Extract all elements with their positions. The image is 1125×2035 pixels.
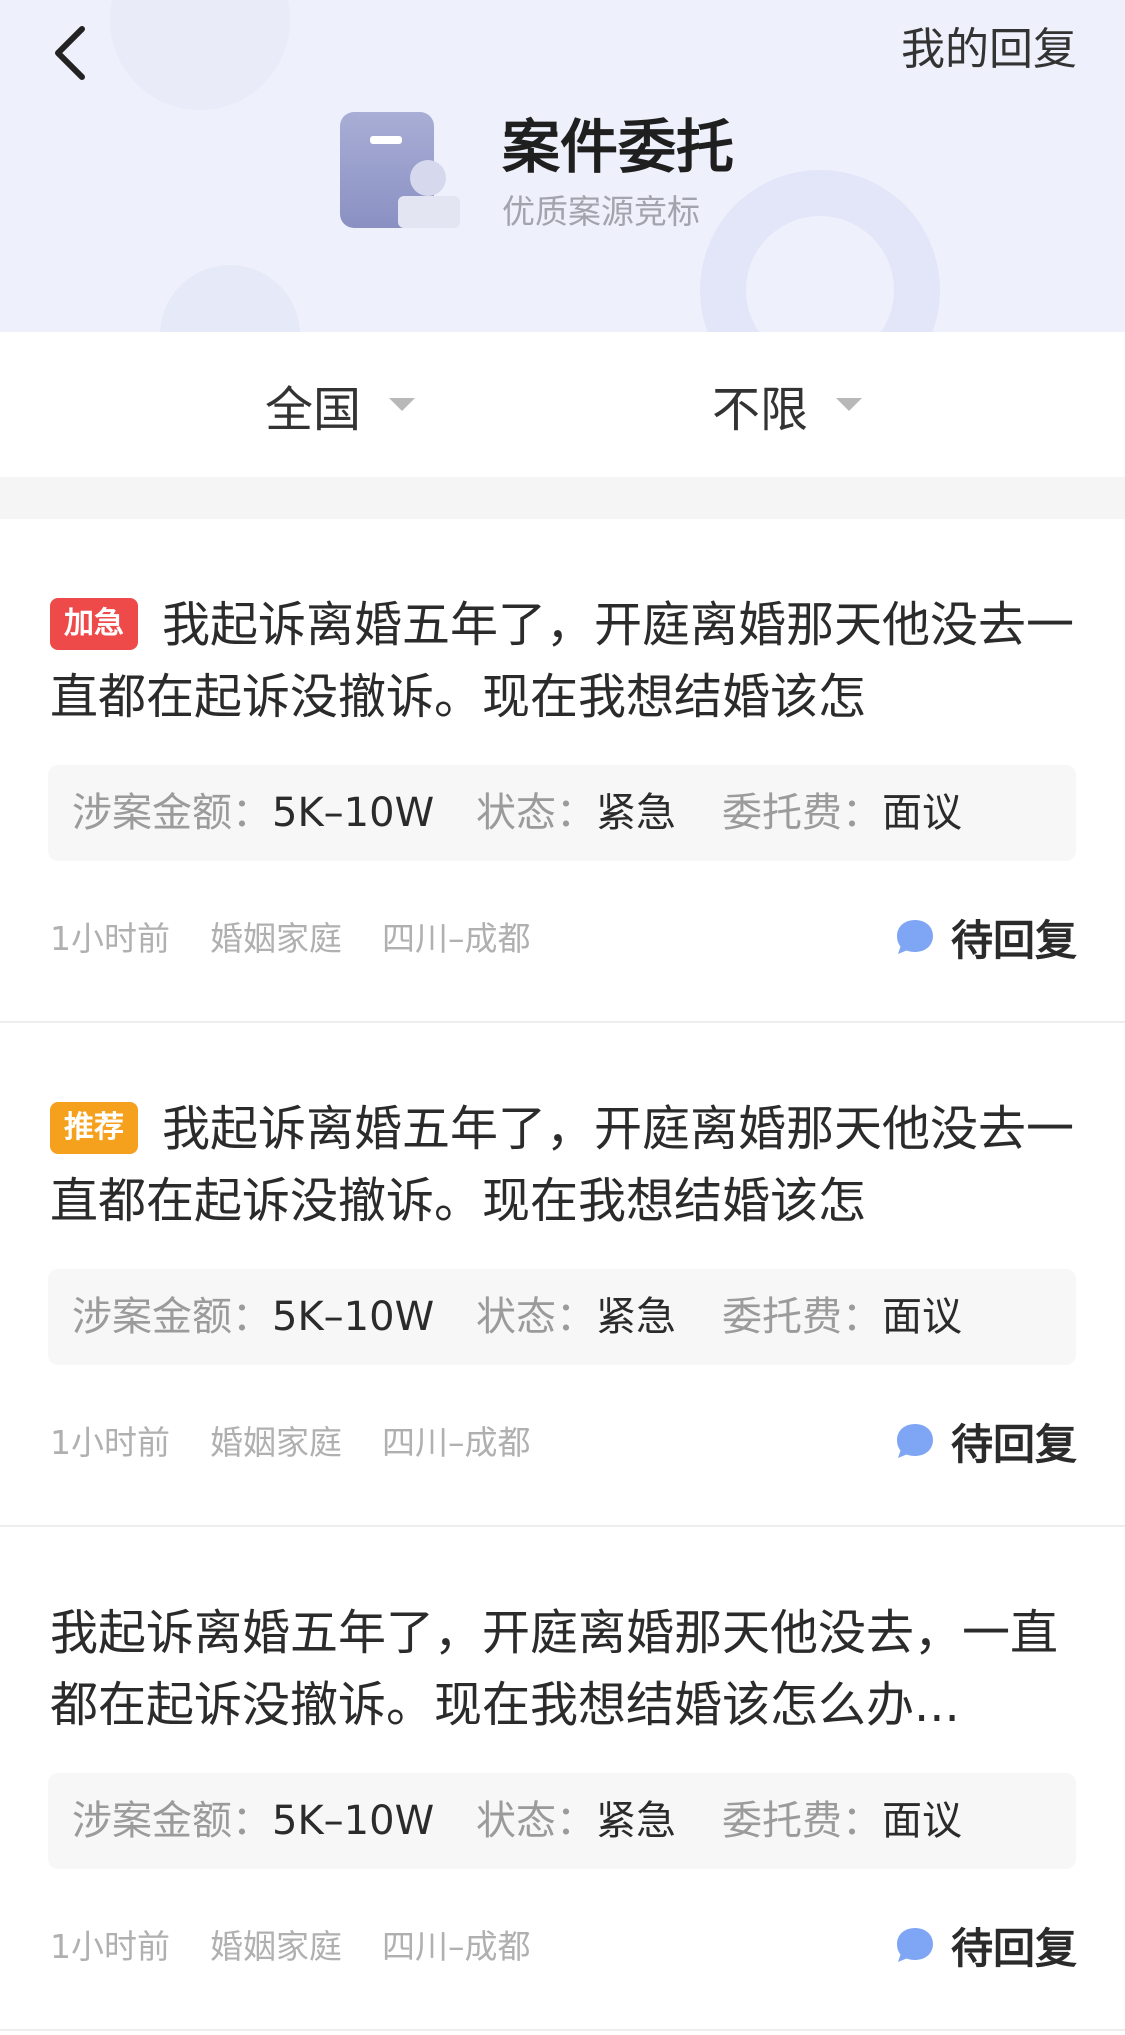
type-filter-dropdown[interactable]: 不限 [712, 332, 863, 477]
case-document-icon [340, 112, 460, 228]
caret-down-icon [389, 398, 416, 411]
recommend-badge: 推荐 [50, 1102, 138, 1154]
case-meta: 1小时前 婚姻家庭 四川–成都 [50, 1413, 571, 1473]
case-time: 1小时前 [50, 1927, 170, 1966]
case-card[interactable]: 推荐 我起诉离婚五年了，开庭离婚那天他没去一直都在起诉没撤诉。现在我想结婚该怎 涉… [0, 1023, 1125, 1527]
fee-label: 委托费： [722, 1798, 882, 1844]
amount-label: 涉案金额： [72, 1798, 272, 1844]
chevron-left-icon [55, 26, 85, 80]
case-title-text: 我起诉离婚五年了，开庭离婚那天他没去一直都在起诉没撤诉。现在我想结婚该怎 [50, 597, 1075, 725]
fee-value: 面议 [882, 790, 962, 836]
fee-label: 委托费： [722, 790, 882, 836]
page-subtitle: 优质案源竞标 [502, 192, 700, 231]
case-location: 四川–成都 [382, 1423, 531, 1462]
case-time: 1小时前 [50, 919, 170, 958]
reply-status-label: 待回复 [950, 915, 1077, 965]
case-meta: 1小时前 婚姻家庭 四川–成都 [50, 909, 571, 969]
header-banner: 我的回复 案件委托 优质案源竞标 [0, 0, 1125, 332]
case-title-text: 我起诉离婚五年了，开庭离婚那天他没去一直都在起诉没撤诉。现在我想结婚该怎 [50, 1101, 1075, 1229]
case-title: 推荐 我起诉离婚五年了，开庭离婚那天他没去一直都在起诉没撤诉。现在我想结婚该怎 [50, 1093, 1080, 1237]
case-category: 婚姻家庭 [210, 1423, 342, 1462]
case-category: 婚姻家庭 [210, 1927, 342, 1966]
urgent-badge: 加急 [50, 598, 138, 650]
status-value: 紧急 [596, 790, 676, 836]
case-title-text: 我起诉离婚五年了，开庭离婚那天他没去，一直都在起诉没撤诉。现在我想结婚该怎么办.… [50, 1605, 1059, 1733]
case-meta: 1小时前 婚姻家庭 四川–成都 [50, 1917, 571, 1977]
case-info-box: 涉案金额：5K–10W 状态：紧急 委托费：面议 [48, 765, 1076, 861]
amount-label: 涉案金额： [72, 790, 272, 836]
case-location: 四川–成都 [382, 1927, 531, 1966]
decor-ring [700, 170, 940, 332]
caret-down-icon [836, 398, 863, 411]
reply-status-label: 待回复 [950, 1419, 1077, 1469]
type-filter-label: 不限 [712, 381, 809, 438]
status-label: 状态： [476, 1294, 596, 1340]
chat-bubble-icon [896, 1424, 933, 1458]
filter-bar: 全国 不限 [0, 332, 1125, 477]
page-title: 案件委托 [502, 113, 735, 181]
case-info-box: 涉案金额：5K–10W 状态：紧急 委托费：面议 [48, 1773, 1076, 1869]
fee-value: 面议 [882, 1798, 962, 1844]
decor-circle [110, 0, 290, 110]
decor-circle [160, 265, 300, 332]
status-value: 紧急 [596, 1798, 676, 1844]
region-filter-dropdown[interactable]: 全国 [265, 332, 416, 477]
case-category: 婚姻家庭 [210, 919, 342, 958]
case-card[interactable]: 加急 我起诉离婚五年了，开庭离婚那天他没去一直都在起诉没撤诉。现在我想结婚该怎 涉… [0, 519, 1125, 1023]
section-divider [0, 477, 1125, 519]
fee-label: 委托费： [722, 1294, 882, 1340]
my-reply-link[interactable]: 我的回复 [901, 20, 1077, 80]
case-time: 1小时前 [50, 1423, 170, 1462]
case-location: 四川–成都 [382, 919, 531, 958]
amount-value: 5K–10W [272, 1294, 435, 1340]
amount-label: 涉案金额： [72, 1294, 272, 1340]
amount-value: 5K–10W [272, 1798, 435, 1844]
status-label: 状态： [476, 1798, 596, 1844]
case-title: 加急 我起诉离婚五年了，开庭离婚那天他没去一直都在起诉没撤诉。现在我想结婚该怎 [50, 589, 1080, 733]
amount-value: 5K–10W [272, 790, 435, 836]
chat-bubble-icon [896, 920, 933, 954]
reply-status[interactable]: 待回复 [895, 1405, 1077, 1477]
region-filter-label: 全国 [265, 381, 362, 438]
status-label: 状态： [476, 790, 596, 836]
reply-status[interactable]: 待回复 [895, 1909, 1077, 1981]
reply-status[interactable]: 待回复 [895, 901, 1077, 973]
back-button[interactable] [40, 20, 100, 86]
case-info-box: 涉案金额：5K–10W 状态：紧急 委托费：面议 [48, 1269, 1076, 1365]
case-card[interactable]: 我起诉离婚五年了，开庭离婚那天他没去，一直都在起诉没撤诉。现在我想结婚该怎么办.… [0, 1527, 1125, 2031]
status-value: 紧急 [596, 1294, 676, 1340]
fee-value: 面议 [882, 1294, 962, 1340]
reply-status-label: 待回复 [950, 1923, 1077, 1973]
chat-bubble-icon [896, 1928, 933, 1962]
case-title: 我起诉离婚五年了，开庭离婚那天他没去，一直都在起诉没撤诉。现在我想结婚该怎么办.… [50, 1597, 1080, 1741]
